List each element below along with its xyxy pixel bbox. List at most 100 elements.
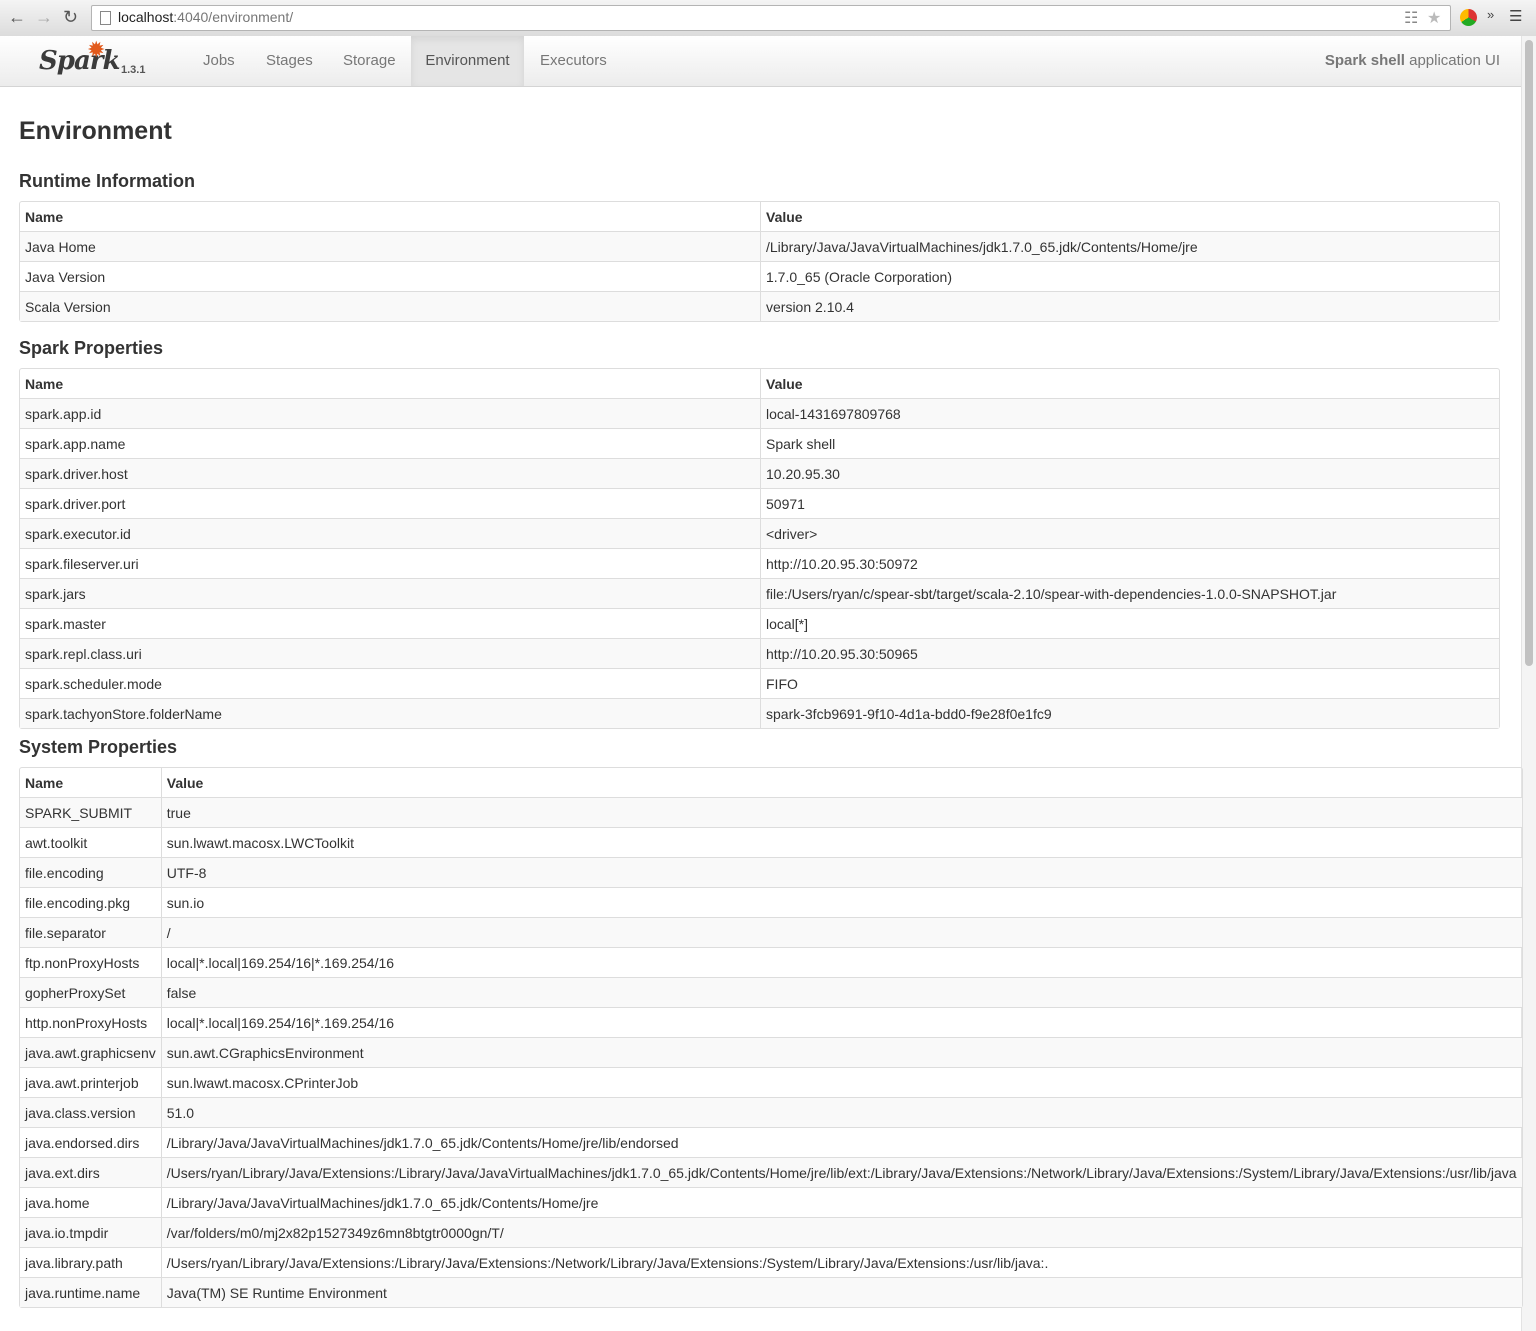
property-name-cell: spark.driver.host	[20, 458, 760, 488]
property-value-cell: 1.7.0_65 (Oracle Corporation)	[760, 261, 1499, 291]
tab-jobs[interactable]: Jobs	[203, 36, 235, 86]
property-value-cell: /Users/ryan/Library/Java/Extensions:/Lib…	[160, 1157, 1522, 1187]
page-scrollbar[interactable]	[1521, 36, 1536, 1331]
property-value-cell: local|*.local|169.254/16|*.169.254/16	[160, 947, 1522, 977]
property-value-cell: /var/folders/m0/mj2x82p1527349z6mn8btgtr…	[160, 1217, 1522, 1247]
table-row: java.class.version 51.0	[20, 1097, 1522, 1127]
property-name-cell: ftp.nonProxyHosts	[20, 947, 161, 977]
property-name-cell: java.awt.printerjob	[20, 1067, 161, 1097]
property-name-cell: http.nonProxyHosts	[20, 1007, 161, 1037]
spark-star-icon: ✹	[87, 37, 106, 62]
tab-executors[interactable]: Executors	[540, 36, 607, 86]
table-row: java.endorsed.dirs/Library/Java/JavaVirt…	[20, 1127, 1522, 1157]
property-name-cell: Java Version	[20, 261, 760, 291]
table-row: file.separator /	[20, 917, 1522, 947]
table-row: spark.tachyonStore.folderName spark-3fcb9…	[20, 698, 1499, 728]
property-name-cell: spark.app.id	[20, 398, 760, 428]
table-row: Java Home/Library/Java/JavaVirtualMachin…	[20, 231, 1499, 261]
extension-icon[interactable]	[1460, 9, 1477, 26]
property-value-cell: sun.io	[160, 887, 1522, 917]
spark-logo[interactable]: Spark ✹ 1.3.1	[39, 37, 145, 76]
property-value-cell: http://10.20.95.30:50965	[760, 638, 1499, 668]
spark-properties-table: Name Value spark.app.id local-14316978097…	[19, 368, 1500, 729]
property-value-cell: version 2.10.4	[760, 291, 1499, 321]
property-name-cell: spark.executor.id	[20, 518, 760, 548]
browser-toolbar: ← → ↻ localhost:4040/environment/ ☷ ★ » …	[0, 0, 1536, 37]
spark-logo-text: Spark	[39, 46, 121, 76]
property-value-cell: /Library/Java/JavaVirtualMachines/jdk1.7…	[160, 1187, 1522, 1217]
property-value-cell: <driver>	[760, 518, 1499, 548]
property-name-cell: spark.app.name	[20, 428, 760, 458]
property-value-cell: Spark shell	[760, 428, 1499, 458]
property-value-cell: 10.20.95.30	[760, 458, 1499, 488]
forward-arrow-icon[interactable]: →	[35, 7, 53, 27]
bookmark-star-icon[interactable]: ★	[1427, 8, 1441, 28]
property-value-cell: FIFO	[760, 668, 1499, 698]
property-value-cell: /Library/Java/JavaVirtualMachines/jdk1.7…	[760, 231, 1499, 261]
property-name-cell: file.encoding	[20, 857, 161, 887]
table-row: spark.master local[*]	[20, 608, 1499, 638]
table-row: java.ext.dirs/Users/ryan/Library/Java/Ex…	[20, 1157, 1522, 1187]
col-header-value: Value	[760, 369, 1499, 398]
table-row: SPARK_SUBMIT true	[20, 797, 1522, 827]
table-row: java.awt.graphicsenv sun.awt.CGraphicsEnv…	[20, 1037, 1522, 1067]
table-row: java.runtime.name Java(TM) SE Runtime Env…	[20, 1277, 1522, 1307]
table-row: Java Version 1.7.0_65 (Oracle Corporation…	[20, 261, 1499, 291]
table-row: spark.scheduler.mode FIFO	[20, 668, 1499, 698]
runtime-table: Name Value Java Home/Library/Java/JavaVi…	[19, 201, 1500, 322]
system-properties-table: Name Value SPARK_SUBMIT true awt.toolkit su…	[19, 767, 1523, 1308]
col-header-name: Name	[25, 775, 64, 791]
property-name-cell: spark.tachyonStore.folderName	[20, 698, 760, 728]
table-row: java.library.path/Users/ryan/Library/Jav…	[20, 1247, 1522, 1277]
tab-stages[interactable]: Stages	[266, 36, 313, 86]
table-row: spark.app.name Spark shell	[20, 428, 1499, 458]
table-row: spark.jars file:/Users/ryan/c/spear-sbt/t…	[20, 578, 1499, 608]
property-name-cell: gopherProxySet	[20, 977, 161, 1007]
tab-storage[interactable]: Storage	[343, 36, 396, 86]
tab-environment[interactable]: Environment	[411, 36, 524, 86]
col-header-value: Value	[760, 202, 1499, 231]
property-value-cell: /Library/Java/JavaVirtualMachines/jdk1.7…	[160, 1127, 1522, 1157]
runtime-heading: Runtime Information	[19, 171, 195, 191]
property-name-cell: spark.jars	[20, 578, 760, 608]
property-name-cell: spark.driver.port	[20, 488, 760, 518]
table-row: file.encoding.pkg sun.io	[20, 887, 1522, 917]
property-name-cell: Scala Version	[20, 291, 760, 321]
property-value-cell: sun.lwawt.macosx.LWCToolkit	[160, 827, 1522, 857]
system-properties-heading: System Properties	[19, 737, 178, 757]
col-header-name: Name	[25, 376, 64, 392]
spark-properties-heading: Spark Properties	[19, 338, 164, 358]
property-name-cell: spark.fileserver.uri	[20, 548, 760, 578]
spark-version: 1.3.1	[121, 64, 146, 76]
table-row: awt.toolkit sun.lwawt.macosx.LWCToolkit	[20, 827, 1522, 857]
property-name-cell: java.class.version	[20, 1097, 161, 1127]
property-value-cell: spark-3fcb9691-9f10-4d1a-bdd0-f9e28f0e1f…	[760, 698, 1499, 728]
property-value-cell: UTF-8	[160, 857, 1522, 887]
table-row: spark.executor.id <driver>	[20, 518, 1499, 548]
col-header-value: Value	[160, 768, 1522, 797]
property-name-cell: java.endorsed.dirs	[20, 1127, 161, 1157]
table-row: http.nonProxyHosts local|*.local|169.254/…	[20, 1007, 1522, 1037]
property-name-cell: java.io.tmpdir	[20, 1217, 161, 1247]
property-name-cell: spark.repl.class.uri	[20, 638, 760, 668]
property-name-cell: java.awt.graphicsenv	[20, 1037, 161, 1067]
scrollbar-thumb[interactable]	[1525, 40, 1533, 666]
property-value-cell: sun.awt.CGraphicsEnvironment	[160, 1037, 1522, 1067]
table-row: Scala Version version 2.10.4	[20, 291, 1499, 321]
property-name-cell: awt.toolkit	[20, 827, 161, 857]
overflow-chevron-icon[interactable]: »	[1487, 7, 1494, 22]
table-row: gopherProxySet false	[20, 977, 1522, 1007]
table-row: java.home/Library/Java/JavaVirtualMachin…	[20, 1187, 1522, 1217]
col-header-name: Name	[25, 209, 64, 225]
translate-icon[interactable]: ☷	[1404, 8, 1418, 28]
address-bar[interactable]: localhost:4040/environment/ ☷ ★	[91, 5, 1451, 31]
back-arrow-icon[interactable]: ←	[8, 7, 26, 27]
menu-icon[interactable]: ☰	[1509, 7, 1522, 25]
property-value-cell: sun.lwawt.macosx.CPrinterJob	[160, 1067, 1522, 1097]
reload-icon[interactable]: ↻	[63, 7, 78, 27]
property-name-cell: Java Home	[20, 231, 760, 261]
table-row: file.encoding UTF-8	[20, 857, 1522, 887]
property-value-cell: true	[160, 797, 1522, 827]
property-name-cell: spark.master	[20, 608, 760, 638]
address-url: localhost:4040/environment/	[118, 9, 294, 25]
